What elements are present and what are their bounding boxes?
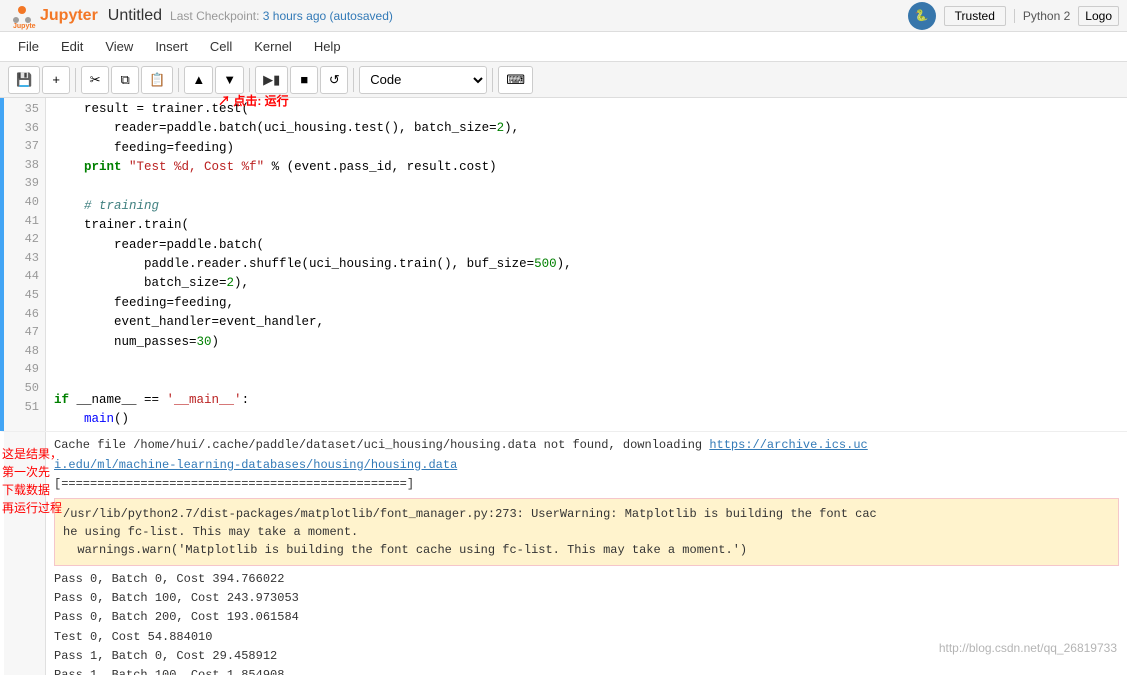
output-results: Pass 0, Batch 0, Cost 394.766022 Pass 0,… [54, 570, 1119, 675]
run-button[interactable]: ▶▮ [255, 66, 288, 94]
cell-type-select[interactable]: Code Markdown Raw NBConvert [359, 66, 487, 94]
output-progress: [=======================================… [54, 475, 1119, 494]
svg-text:Jupyter: Jupyter [13, 23, 36, 30]
toolbar-separator-1 [75, 68, 76, 92]
menu-insert[interactable]: Insert [145, 35, 198, 58]
logo-button[interactable]: Logo [1078, 6, 1119, 26]
topbar: Jupyter Jupyter Untitled Last Checkpoint… [0, 0, 1127, 32]
python-logo-icon: 🐍 [908, 2, 936, 30]
move-up-button[interactable]: ▲ [184, 66, 213, 94]
trusted-button[interactable]: Trusted [944, 6, 1006, 26]
output-content: Cache file /home/hui/.cache/paddle/datas… [46, 432, 1127, 675]
toolbar-separator-2 [178, 68, 179, 92]
menu-cell[interactable]: Cell [200, 35, 242, 58]
notebook-title[interactable]: Untitled [108, 7, 162, 25]
menu-edit[interactable]: Edit [51, 35, 93, 58]
toolbar-separator-3 [249, 68, 250, 92]
jupyter-logo-icon: Jupyter [8, 2, 36, 30]
move-down-button[interactable]: ▼ [215, 66, 244, 94]
toolbar-separator-4 [353, 68, 354, 92]
app-name: Jupyter [40, 7, 98, 25]
save-button[interactable]: 💾 [8, 66, 40, 94]
menu-help[interactable]: Help [304, 35, 351, 58]
keyboard-shortcuts-button[interactable]: ⌨ [498, 66, 533, 94]
toolbar-separator-5 [492, 68, 493, 92]
paste-button[interactable]: 📋 [141, 66, 173, 94]
python-indicator: Python 2 [1014, 9, 1070, 23]
code-editor[interactable]: result = trainer.test( reader=paddle.bat… [46, 98, 1127, 431]
checkpoint-info: Last Checkpoint: 3 hours ago (autosaved) [170, 9, 393, 23]
watermark: http://blog.csdn.net/qq_26819733 [939, 641, 1117, 655]
stop-button[interactable]: ■ [290, 66, 318, 94]
menubar: File Edit View Insert Cell Kernel Help [0, 32, 1127, 62]
copy-button[interactable]: ⧉ [111, 66, 139, 94]
sidebar-annotation: 这是结果，第一次先下载数据再运行过程 [2, 445, 140, 517]
menu-kernel[interactable]: Kernel [244, 35, 302, 58]
code-cell: 3536373839404142434445464748495051 resul… [0, 98, 1127, 431]
jupyter-logo: Jupyter Jupyter [8, 2, 98, 30]
line-numbers: 3536373839404142434445464748495051 [4, 98, 46, 431]
cut-button[interactable]: ✂ [81, 66, 109, 94]
warning-box: /usr/lib/python2.7/dist-packages/matplot… [54, 498, 1119, 566]
output-cell: Cache file /home/hui/.cache/paddle/datas… [0, 431, 1127, 675]
menu-view[interactable]: View [95, 35, 143, 58]
output-line-cache: Cache file /home/hui/.cache/paddle/datas… [54, 436, 1119, 474]
restart-button[interactable]: ↺ [320, 66, 348, 94]
output-link[interactable]: https://archive.ics.uci.edu/ml/machine-l… [54, 438, 868, 471]
menu-file[interactable]: File [8, 35, 49, 58]
checkpoint-time: 3 hours ago (autosaved) [263, 9, 393, 23]
toolbar: 💾 + ✂ ⧉ 📋 ▲ ▼ ▶▮ ■ ↺ Code Markdown Raw N… [0, 62, 1127, 98]
add-cell-button[interactable]: + [42, 66, 70, 94]
